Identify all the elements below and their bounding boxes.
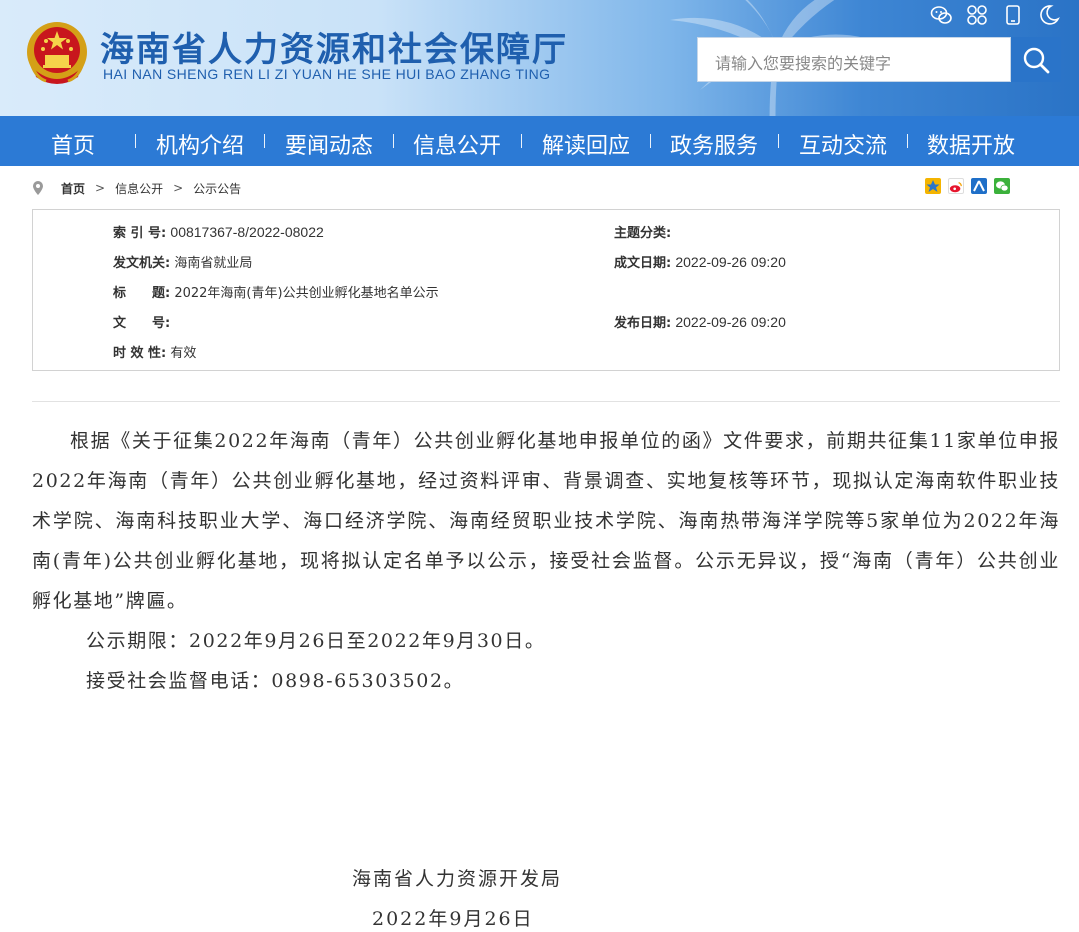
main-nav: 首页 机构介绍 要闻动态 信息公开 解读回应 政务服务 互动交流 数据开放 bbox=[0, 116, 1079, 166]
info-publish-value: 2022-09-26 09:20 bbox=[675, 314, 786, 330]
nav-separator bbox=[907, 134, 908, 148]
site-subtitle: HAI NAN SHENG REN LI ZI YUAN HE SHE HUI … bbox=[103, 66, 551, 82]
info-validity-value: 有效 bbox=[170, 346, 197, 361]
nav-item-interaction[interactable]: 互动交流 bbox=[799, 128, 887, 160]
info-validity-label: 时 效 性: bbox=[113, 346, 167, 361]
nav-separator bbox=[778, 134, 779, 148]
breadcrumb-separator: > bbox=[173, 181, 184, 195]
search-icon bbox=[1023, 47, 1050, 73]
info-docno: 文 号: bbox=[113, 312, 170, 331]
article-period: 公示期限：2022年9月26日至2022年9月30日。 bbox=[86, 630, 546, 652]
nav-separator bbox=[650, 134, 651, 148]
info-title: 标 题: 2022年海南(青年)公共创业孵化基地名单公示 bbox=[113, 282, 439, 301]
search-button[interactable] bbox=[1011, 37, 1061, 82]
article-phone: 接受社会监督电话：0898-65303502。 bbox=[86, 670, 465, 692]
info-title-label: 标 题: bbox=[113, 286, 171, 301]
top-toolbar bbox=[930, 4, 1070, 30]
night-mode-icon[interactable] bbox=[1038, 4, 1060, 26]
info-validity: 时 效 性: 有效 bbox=[113, 342, 196, 361]
info-publish-label: 发布日期: bbox=[614, 316, 672, 331]
mobile-icon[interactable] bbox=[1002, 4, 1024, 26]
document-info-box: 索 引 号: 00817367-8/2022-08022 主题分类: 发文机关:… bbox=[32, 209, 1060, 371]
wechat-share-icon[interactable] bbox=[994, 178, 1010, 194]
nav-item-news[interactable]: 要闻动态 bbox=[285, 128, 373, 160]
info-date-label: 成文日期: bbox=[614, 256, 672, 271]
share-bar bbox=[925, 178, 1010, 194]
article-body: 根据《关于征集2022年海南（青年）公共创业孵化基地申报单位的函》文件要求，前期… bbox=[32, 421, 1060, 701]
info-topic: 主题分类: bbox=[614, 222, 671, 241]
site-header: 海南省人力资源和社会保障厅 HAI NAN SHENG REN LI ZI YU… bbox=[0, 0, 1079, 116]
info-index-label: 索 引 号: bbox=[113, 226, 167, 241]
nav-item-open-data[interactable]: 数据开放 bbox=[927, 128, 1015, 160]
signature-date: 2022年9月26日 bbox=[372, 908, 534, 930]
info-docno-label: 文 号: bbox=[113, 316, 171, 331]
search-input[interactable]: 请输入您要搜索的关键字 bbox=[697, 37, 1011, 82]
breadcrumb-announcements[interactable]: 公示公告 bbox=[193, 180, 241, 197]
nav-item-home[interactable]: 首页 bbox=[51, 128, 95, 160]
info-title-value: 2022年海南(青年)公共创业孵化基地名单公示 bbox=[174, 286, 439, 301]
site-title: 海南省人力资源和社会保障厅 bbox=[100, 30, 568, 70]
location-pin-icon bbox=[33, 181, 43, 195]
nav-separator bbox=[521, 134, 522, 148]
nav-separator bbox=[135, 134, 136, 148]
nav-item-about[interactable]: 机构介绍 bbox=[156, 128, 244, 160]
info-date-value: 2022-09-26 09:20 bbox=[675, 254, 786, 270]
renren-icon[interactable] bbox=[971, 178, 987, 194]
info-issuer: 发文机关: 海南省就业局 bbox=[113, 252, 252, 271]
info-issuer-value: 海南省就业局 bbox=[174, 256, 253, 271]
breadcrumb-home[interactable]: 首页 bbox=[61, 180, 85, 197]
breadcrumb-separator: > bbox=[95, 181, 106, 195]
content-divider bbox=[32, 401, 1060, 402]
info-issuer-label: 发文机关: bbox=[113, 256, 171, 271]
weibo-icon[interactable] bbox=[948, 178, 964, 194]
nav-item-services[interactable]: 政务服务 bbox=[670, 128, 758, 160]
nav-separator bbox=[393, 134, 394, 148]
info-index-value: 00817367-8/2022-08022 bbox=[170, 224, 324, 240]
breadcrumb: 首页 > 信息公开 > 公示公告 bbox=[33, 180, 241, 196]
breadcrumb-info-disclosure[interactable]: 信息公开 bbox=[115, 180, 163, 197]
nav-item-interpretation[interactable]: 解读回应 bbox=[542, 128, 630, 160]
wechat-icon[interactable] bbox=[930, 4, 952, 26]
info-date: 成文日期: 2022-09-26 09:20 bbox=[614, 252, 786, 271]
nav-separator bbox=[264, 134, 265, 148]
article-paragraph: 根据《关于征集2022年海南（青年）公共创业孵化基地申报单位的函》文件要求，前期… bbox=[32, 430, 1060, 612]
nav-item-info-disclosure[interactable]: 信息公开 bbox=[413, 128, 501, 160]
national-emblem-logo bbox=[27, 22, 87, 84]
info-publish: 发布日期: 2022-09-26 09:20 bbox=[614, 312, 786, 331]
info-index: 索 引 号: 00817367-8/2022-08022 bbox=[113, 222, 324, 241]
grid-icon[interactable] bbox=[966, 4, 988, 26]
info-topic-label: 主题分类: bbox=[614, 226, 672, 241]
qzone-icon[interactable] bbox=[925, 178, 941, 194]
signature-org: 海南省人力资源开发局 bbox=[352, 868, 563, 890]
